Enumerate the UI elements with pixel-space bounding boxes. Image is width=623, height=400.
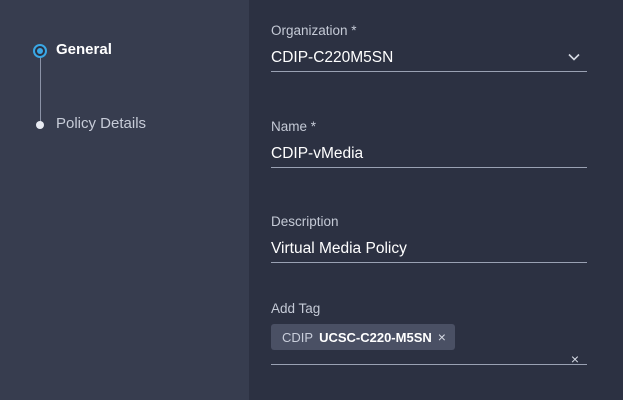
chevron-down-icon[interactable] [567,50,581,64]
add-tag-label: Add Tag [271,301,321,316]
tag-chip: CDIP UCSC-C220-M5SN × [271,324,455,350]
inactive-step-indicator-icon [36,121,44,129]
active-step-indicator-icon [33,44,47,58]
name-value: CDIP-vMedia [271,145,364,162]
add-tag-field: Add Tag CDIP UCSC-C220-M5SN × × [271,301,587,366]
clear-tags-icon[interactable]: × [571,352,579,366]
description-input[interactable]: Virtual Media Policy [271,238,587,263]
stepper-connector-line [40,56,41,122]
remove-tag-icon[interactable]: × [438,330,446,344]
description-field: Description Virtual Media Policy [271,214,587,263]
policy-wizard: General Policy Details Organization * CD… [0,0,623,400]
organization-select[interactable]: CDIP-C220M5SN [271,47,587,72]
name-label: Name * [271,119,317,134]
name-input[interactable]: CDIP-vMedia [271,143,587,168]
organization-value: CDIP-C220M5SN [271,49,394,66]
step-general-label: General [56,41,112,58]
wizard-sidebar: General Policy Details [0,0,249,400]
step-policy-details-label: Policy Details [56,115,147,132]
tag-chip-key: CDIP [282,329,314,345]
tag-chip-value: UCSC-C220-M5SN [319,329,432,345]
description-value: Virtual Media Policy [271,240,407,257]
organization-field: Organization * CDIP-C220M5SN [271,23,587,72]
description-label: Description [271,214,339,229]
name-field: Name * CDIP-vMedia [271,119,587,168]
tag-input[interactable]: CDIP UCSC-C220-M5SN × × [271,324,587,366]
organization-label: Organization * [271,23,357,38]
